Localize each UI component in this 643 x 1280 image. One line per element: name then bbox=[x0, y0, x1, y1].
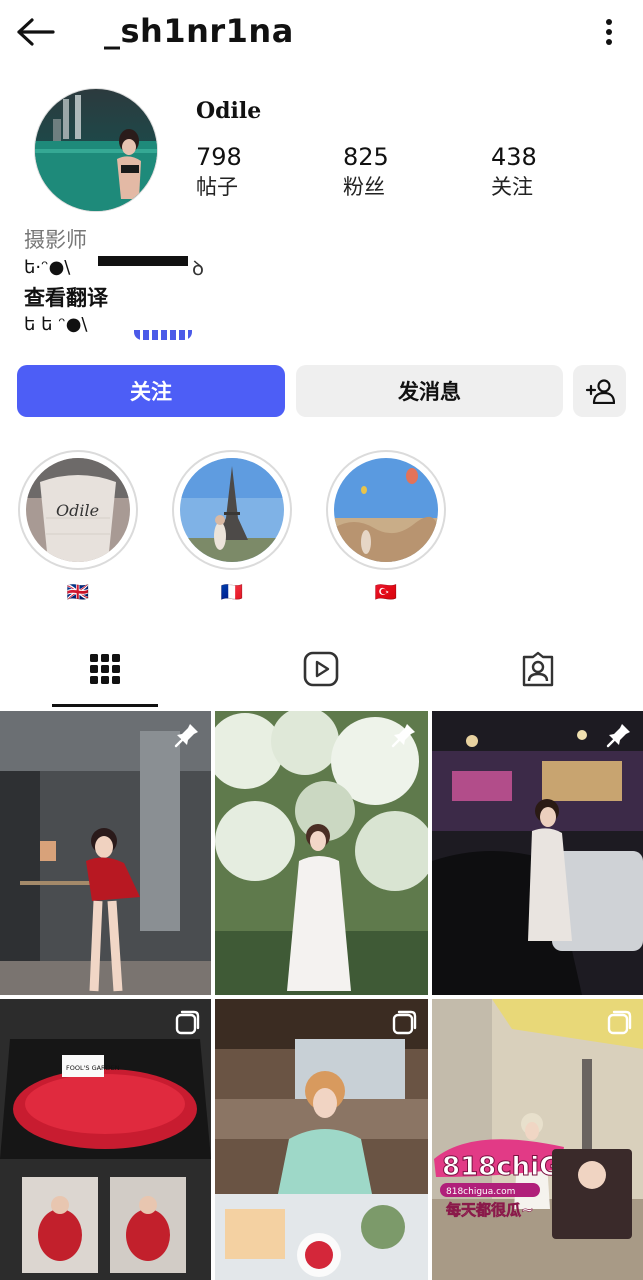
highlight-cover bbox=[334, 458, 438, 562]
pin-icon bbox=[174, 724, 198, 748]
profile-tabs bbox=[0, 630, 643, 708]
highlight-ring: Odile bbox=[18, 450, 138, 570]
ad-slogan: 每天都很瓜~ bbox=[446, 1201, 534, 1219]
message-button[interactable]: 发消息 bbox=[296, 365, 563, 417]
followers-stat[interactable]: 825 粉丝 bbox=[343, 142, 453, 202]
tab-posts-grid[interactable] bbox=[52, 630, 158, 708]
post-tile[interactable] bbox=[432, 711, 643, 995]
following-label: 关注 bbox=[491, 175, 533, 199]
posts-stat[interactable]: 798 帖子 bbox=[196, 142, 306, 202]
tagged-icon bbox=[522, 651, 554, 687]
post-sign-text: FOOL'S GARDEN bbox=[66, 1064, 120, 1072]
multiple-posts-icon bbox=[175, 1010, 200, 1035]
active-tab-indicator bbox=[52, 704, 158, 707]
highlight-ring bbox=[326, 450, 446, 570]
bio-line-1: ե·ᵔ●\ bbox=[24, 257, 71, 278]
back-button[interactable] bbox=[14, 12, 58, 52]
more-vertical-icon bbox=[606, 19, 612, 45]
avatar-image bbox=[35, 89, 157, 211]
add-person-icon bbox=[585, 379, 615, 404]
post-image bbox=[215, 999, 428, 1280]
bio-line-2: ե ե ᵔ●\ bbox=[24, 314, 88, 335]
profile-avatar[interactable] bbox=[34, 88, 158, 212]
multiple-posts-icon bbox=[392, 1010, 417, 1035]
see-translation-link[interactable]: 查看翻译 bbox=[24, 282, 108, 312]
posts-label: 帖子 bbox=[196, 175, 238, 199]
highlight-cover bbox=[180, 458, 284, 562]
post-tile[interactable] bbox=[0, 711, 211, 995]
post-image bbox=[0, 711, 211, 995]
top-bar: _sh1nr1na bbox=[0, 0, 643, 64]
post-tile[interactable] bbox=[215, 999, 428, 1280]
more-options-button[interactable] bbox=[595, 14, 623, 50]
multiple-posts-icon bbox=[607, 1010, 632, 1035]
story-highlight-3[interactable]: 🇹🇷 bbox=[326, 450, 446, 603]
bio-glyph: ꝺ bbox=[192, 256, 204, 280]
post-tile[interactable] bbox=[215, 711, 428, 995]
post-image: FOOL'S GARDEN bbox=[0, 999, 211, 1280]
pin-icon bbox=[391, 724, 415, 748]
arrow-left-icon bbox=[17, 18, 55, 46]
story-highlight-2[interactable]: 🇫🇷 bbox=[172, 450, 292, 603]
highlight-label-uk-flag: 🇬🇧 bbox=[66, 582, 90, 603]
tab-reels[interactable] bbox=[268, 630, 374, 708]
post-image bbox=[215, 711, 428, 995]
highlight-ring bbox=[172, 450, 292, 570]
post-image: 818chiGUA 818chigua.com 每天都很瓜~ bbox=[432, 999, 643, 1280]
following-stat[interactable]: 438 关注 bbox=[491, 142, 601, 202]
followers-label: 粉丝 bbox=[343, 175, 385, 199]
reels-icon bbox=[303, 651, 339, 687]
follow-button[interactable]: 关注 bbox=[17, 365, 285, 417]
ad-site: 818chigua.com bbox=[446, 1187, 515, 1197]
highlight-label-turkey-flag: 🇹🇷 bbox=[374, 582, 398, 603]
suggest-users-button[interactable] bbox=[573, 365, 626, 417]
pin-icon bbox=[606, 724, 630, 748]
posts-count: 798 bbox=[196, 143, 242, 171]
story-highlight-1[interactable]: Odile 🇬🇧 bbox=[18, 450, 138, 603]
grid-icon bbox=[90, 654, 120, 684]
highlight-cover-text: Odile bbox=[56, 501, 99, 520]
post-tile[interactable]: 818chiGUA 818chigua.com 每天都很瓜~ bbox=[432, 999, 643, 1280]
following-count: 438 bbox=[491, 143, 537, 171]
profile-username: _sh1nr1na bbox=[104, 12, 294, 50]
highlight-label-france-flag: 🇫🇷 bbox=[220, 582, 244, 603]
followers-count: 825 bbox=[343, 143, 389, 171]
tab-tagged[interactable] bbox=[485, 630, 591, 708]
bio-redaction bbox=[98, 256, 188, 266]
bio-scribble bbox=[134, 330, 192, 340]
display-name: Odile bbox=[196, 98, 262, 124]
highlight-cover: Odile bbox=[26, 458, 130, 562]
post-tile[interactable]: FOOL'S GARDEN bbox=[0, 999, 211, 1280]
bio-category: 摄影师 bbox=[24, 228, 87, 252]
post-image bbox=[432, 711, 643, 995]
